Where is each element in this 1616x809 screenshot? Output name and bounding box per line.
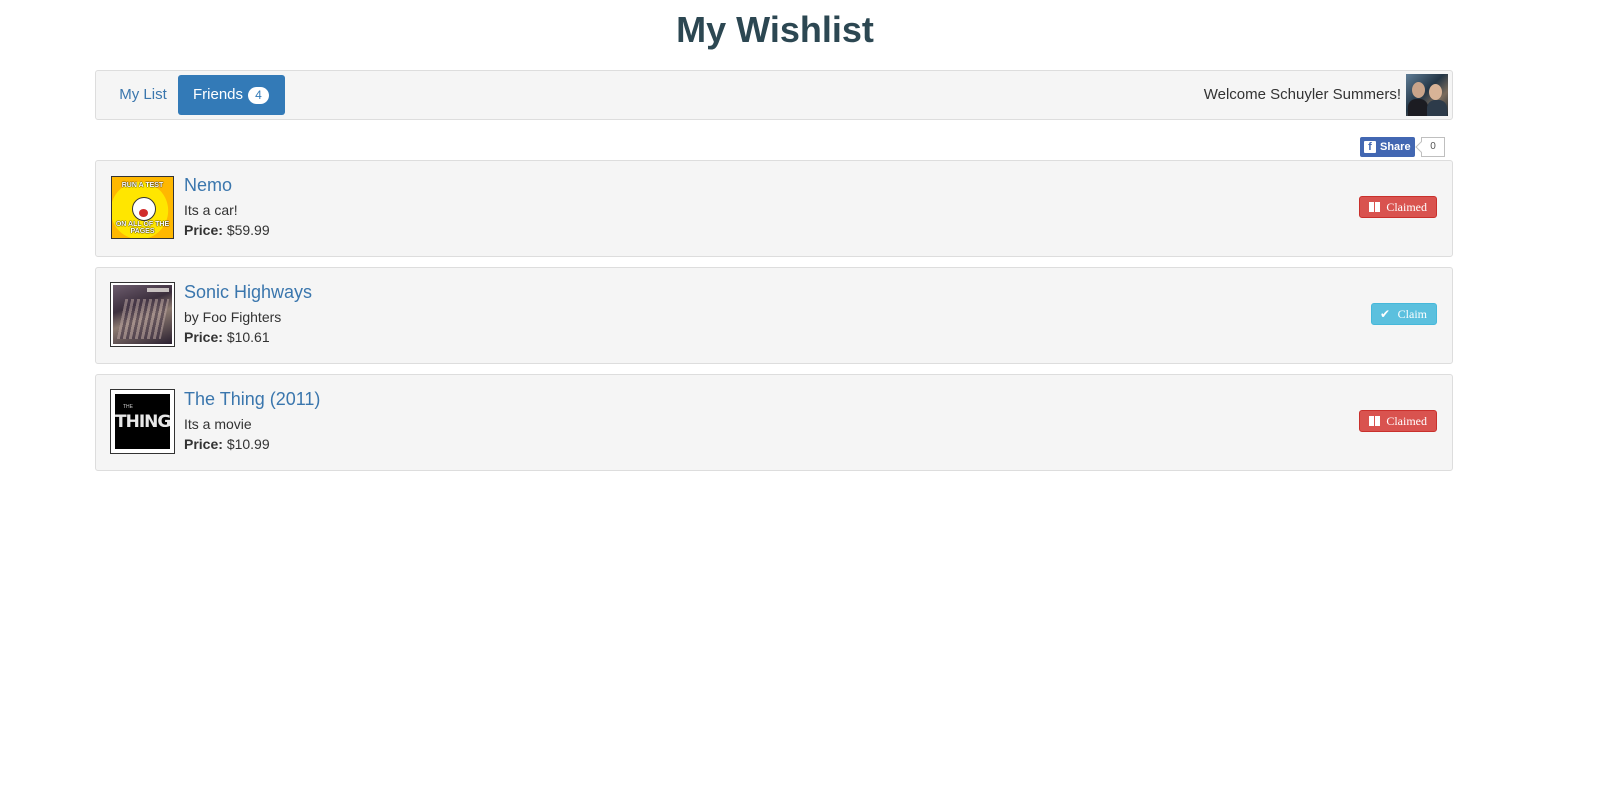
album-art-city: [116, 299, 170, 339]
price-value: $59.99: [226, 222, 270, 238]
gift-icon: [1369, 201, 1380, 212]
share-label: Share: [1380, 141, 1411, 153]
avatar-person-left: [1412, 82, 1425, 98]
meme-bottom-text: ON ALL OF THE PAGES: [115, 221, 170, 235]
claimed-label: Claimed: [1386, 200, 1427, 214]
item-title[interactable]: Sonic Highways: [184, 281, 312, 303]
avatar-body-right: [1427, 100, 1447, 116]
item-price: Price: $59.99: [184, 221, 270, 239]
claimed-label: Claimed: [1386, 414, 1427, 428]
item-thumbnail[interactable]: [110, 282, 175, 347]
check-icon: ✔: [1380, 307, 1391, 321]
price-label: Price:: [184, 329, 223, 345]
item-title[interactable]: The Thing (2011): [184, 388, 320, 410]
price-value: $10.99: [226, 436, 270, 452]
welcome-message: Welcome Schuyler Summers!: [1203, 86, 1401, 103]
facebook-share-button[interactable]: f Share: [1360, 137, 1415, 157]
item-thumbnail[interactable]: THE THING: [110, 389, 175, 454]
meme-mouth: [139, 209, 148, 217]
poster-title-text: THING: [115, 412, 171, 432]
wishlist-item: THE THING The Thing (2011) Its a movie P…: [95, 374, 1453, 471]
avatar-person-right: [1429, 84, 1442, 100]
navbar: My List Friends 4 Welcome Schuyler Summe…: [95, 70, 1453, 120]
tab-my-list[interactable]: My List: [104, 75, 182, 115]
meme-top-text: RUN A TEST: [121, 182, 164, 189]
item-description: by Foo Fighters: [184, 309, 282, 325]
price-value: $10.61: [226, 329, 270, 345]
item-price: Price: $10.61: [184, 328, 270, 346]
tab-friends[interactable]: Friends 4: [178, 75, 285, 115]
tab-friends-label: Friends: [193, 86, 244, 103]
claim-label: Claim: [1397, 307, 1427, 321]
item-price: Price: $10.99: [184, 435, 270, 453]
item-description: Its a car!: [184, 202, 238, 218]
claim-button[interactable]: ✔ Claim: [1371, 303, 1437, 325]
share-count: 0: [1421, 137, 1445, 157]
price-label: Price:: [184, 222, 223, 238]
item-description: Its a movie: [184, 416, 252, 432]
facebook-icon: f: [1364, 141, 1376, 153]
price-label: Price:: [184, 436, 223, 452]
friends-count-badge: 4: [248, 87, 269, 104]
avatar-body-left: [1408, 99, 1428, 116]
album-art-band-name: [147, 288, 169, 292]
wishlist-item: Sonic Highways by Foo Fighters Price: $1…: [95, 267, 1453, 364]
item-title[interactable]: Nemo: [184, 174, 232, 196]
claimed-button[interactable]: Claimed: [1359, 196, 1437, 218]
poster-small-text: THE: [123, 404, 133, 410]
claimed-button[interactable]: Claimed: [1359, 410, 1437, 432]
gift-icon: [1369, 415, 1380, 426]
wishlist-item: RUN A TEST ON ALL OF THE PAGES Nemo Its …: [95, 160, 1453, 257]
item-thumbnail[interactable]: RUN A TEST ON ALL OF THE PAGES: [111, 176, 174, 239]
user-avatar[interactable]: [1406, 74, 1448, 116]
page-title: My Wishlist: [676, 9, 874, 50]
